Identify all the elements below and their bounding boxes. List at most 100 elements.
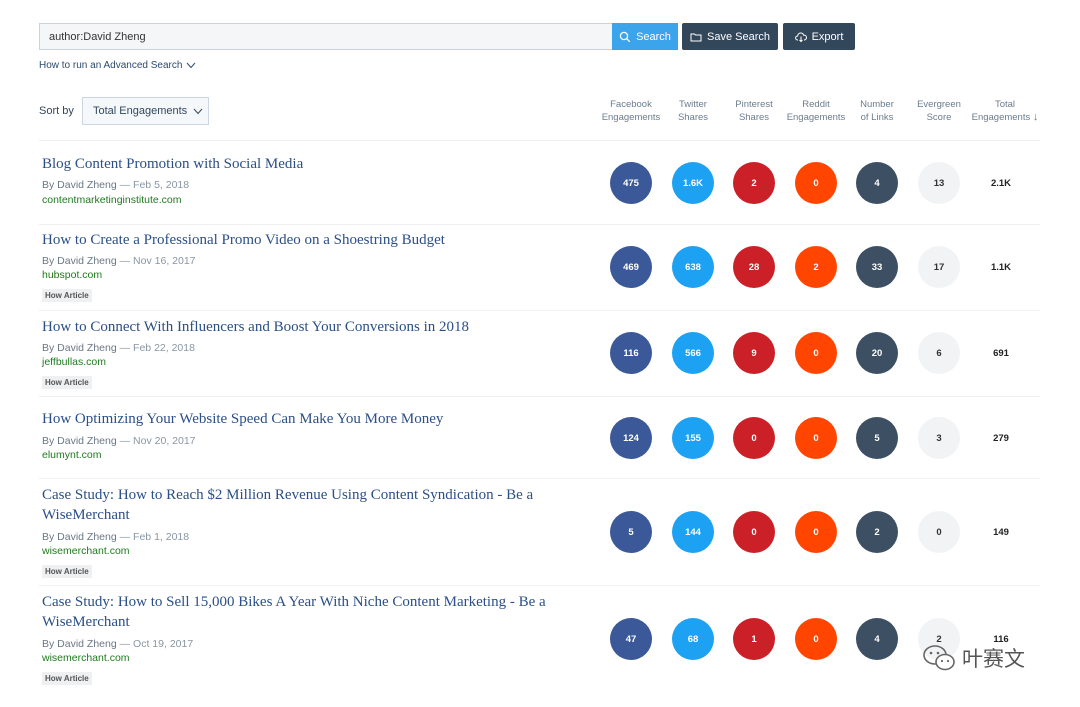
result-author: By David Zheng [42,435,117,447]
links-count[interactable]: 20 [856,332,898,374]
result-meta: By David Zheng — Feb 1, 2018 [42,531,189,543]
pinterest-count[interactable]: 28 [733,246,775,288]
sort-arrow-icon: ↓ [1032,111,1039,123]
result-date: — Feb 22, 2018 [119,342,195,354]
facebook-count[interactable]: 124 [610,417,652,459]
column-header-total[interactable]: Total Engagements ↓ [967,98,1043,124]
twitter-count[interactable]: 638 [672,246,714,288]
watermark: 叶赛文 [922,643,1025,673]
search-input[interactable] [39,23,612,50]
result-title[interactable]: How to Create a Professional Promo Video… [42,230,602,250]
reddit-count[interactable]: 0 [795,332,837,374]
total-engagements: 2.1K [990,178,1012,189]
article-type-badge: How Article [42,376,92,389]
chevron-down-icon [187,62,196,69]
reddit-count[interactable]: 2 [795,246,837,288]
cloud-download-icon [794,31,807,42]
advanced-search-link[interactable]: How to run an Advanced Search [39,60,196,71]
reddit-count[interactable]: 0 [795,618,837,660]
result-title[interactable]: How Optimizing Your Website Speed Can Ma… [42,409,602,429]
chevron-down-icon [193,108,203,114]
advanced-search-label: How to run an Advanced Search [39,60,183,71]
result-domain[interactable]: elumynt.com [42,449,102,461]
sort-label: Sort by [39,105,74,117]
evergreen-score: 13 [918,162,960,204]
result-date: — Nov 20, 2017 [119,435,196,447]
result-row: Blog Content Promotion with Social Media… [39,140,1040,224]
result-domain[interactable]: contentmarketinginstitute.com [42,194,181,206]
save-search-button[interactable]: Save Search [682,23,778,50]
result-domain[interactable]: wisemerchant.com [42,652,130,664]
facebook-count[interactable]: 469 [610,246,652,288]
facebook-count[interactable]: 475 [610,162,652,204]
result-title[interactable]: Case Study: How to Reach $2 Million Reve… [42,485,602,525]
watermark-text: 叶赛文 [962,647,1025,671]
links-count[interactable]: 5 [856,417,898,459]
wechat-icon [923,645,955,671]
evergreen-score: 6 [918,332,960,374]
result-date: — Oct 19, 2017 [119,638,194,650]
pinterest-count[interactable]: 9 [733,332,775,374]
pinterest-count[interactable]: 0 [733,417,775,459]
reddit-count[interactable]: 0 [795,417,837,459]
facebook-count[interactable]: 5 [610,511,652,553]
evergreen-score: 17 [918,246,960,288]
result-domain[interactable]: hubspot.com [42,269,102,281]
result-author: By David Zheng [42,342,117,354]
twitter-count[interactable]: 155 [672,417,714,459]
total-engagements: 691 [993,348,1009,359]
links-count[interactable]: 4 [856,162,898,204]
result-author: By David Zheng [42,179,117,191]
twitter-count[interactable]: 1.6K [672,162,714,204]
article-type-badge: How Article [42,289,92,302]
reddit-count[interactable]: 0 [795,511,837,553]
pinterest-count[interactable]: 0 [733,511,775,553]
search-button[interactable]: Search [612,23,678,50]
result-domain[interactable]: wisemerchant.com [42,545,130,557]
result-row: How to Connect With Influencers and Boos… [39,310,1040,396]
result-title[interactable]: How to Connect With Influencers and Boos… [42,317,602,337]
sort-selected-value: Total Engagements [93,105,188,117]
facebook-count[interactable]: 47 [610,618,652,660]
export-button[interactable]: Export [783,23,855,50]
result-title[interactable]: Blog Content Promotion with Social Media [42,154,602,174]
total-engagements: 149 [993,527,1009,538]
result-date: — Feb 1, 2018 [119,531,190,543]
result-meta: By David Zheng — Nov 20, 2017 [42,435,196,447]
column-header-evergreen[interactable]: Evergreen Score [901,98,977,124]
search-button-label: Search [636,30,671,43]
total-engagements: 279 [993,433,1009,444]
links-count[interactable]: 4 [856,618,898,660]
twitter-count[interactable]: 144 [672,511,714,553]
result-title[interactable]: Case Study: How to Sell 15,000 Bikes A Y… [42,592,602,632]
total-engagements: 1.1K [990,262,1012,273]
links-count[interactable]: 33 [856,246,898,288]
result-row: Case Study: How to Sell 15,000 Bikes A Y… [39,585,1040,695]
result-meta: By David Zheng — Oct 19, 2017 [42,638,193,650]
save-search-label: Save Search [707,30,770,43]
facebook-count[interactable]: 116 [610,332,652,374]
links-count[interactable]: 2 [856,511,898,553]
result-row: How to Create a Professional Promo Video… [39,224,1040,310]
reddit-count[interactable]: 0 [795,162,837,204]
sort-dropdown[interactable]: Total Engagements [82,97,209,125]
result-meta: By David Zheng — Feb 5, 2018 [42,179,189,191]
result-date: — Feb 5, 2018 [119,179,190,191]
pinterest-count[interactable]: 2 [733,162,775,204]
result-author: By David Zheng [42,638,117,650]
result-author: By David Zheng [42,255,117,267]
result-meta: By David Zheng — Nov 16, 2017 [42,255,196,267]
search-bar: Search Save Search Export [39,23,855,50]
twitter-count[interactable]: 68 [672,618,714,660]
result-row: How Optimizing Your Website Speed Can Ma… [39,396,1040,478]
article-type-badge: How Article [42,565,92,578]
result-author: By David Zheng [42,531,117,543]
export-label: Export [811,30,844,43]
result-meta: By David Zheng — Feb 22, 2018 [42,342,195,354]
pinterest-count[interactable]: 1 [733,618,775,660]
twitter-count[interactable]: 566 [672,332,714,374]
evergreen-score: 3 [918,417,960,459]
result-domain[interactable]: jeffbullas.com [42,356,106,368]
article-type-badge: How Article [42,672,92,685]
result-date: — Nov 16, 2017 [119,255,196,267]
